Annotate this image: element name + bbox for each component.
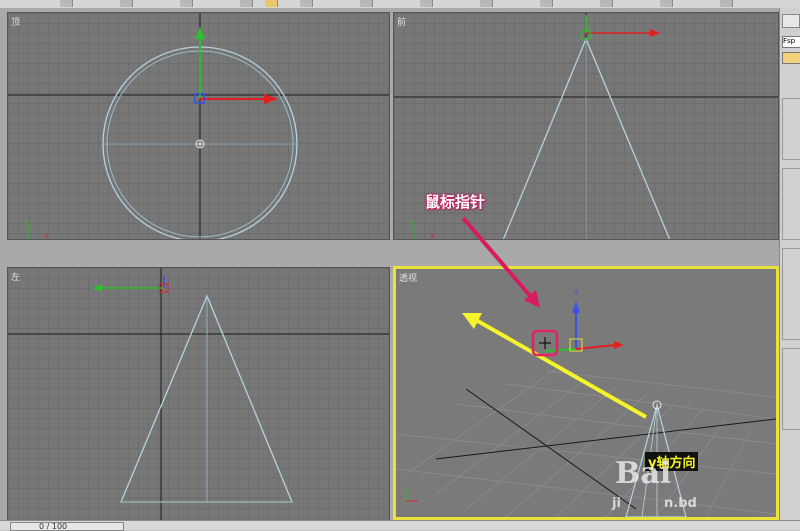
- annotation-overlay: [461, 216, 540, 308]
- toolbar-button[interactable]: [600, 0, 613, 7]
- toolbar-button[interactable]: [60, 0, 73, 7]
- callout-arrow: [461, 216, 534, 300]
- toolbar-button[interactable]: [480, 0, 493, 7]
- panel-rollout[interactable]: [782, 348, 800, 430]
- panel-rollout[interactable]: [782, 168, 800, 240]
- toolbar-button[interactable]: [360, 0, 373, 7]
- command-panel: Fsp: [779, 8, 800, 520]
- watermark-logo: Bai: [615, 456, 672, 491]
- frame-counter: 0 / 100: [39, 522, 68, 531]
- panel-rollout[interactable]: [782, 98, 800, 160]
- mouse-pointer-callout: 鼠标指针: [425, 193, 486, 211]
- watermark-sub: n.bd: [664, 496, 697, 511]
- panel-tab[interactable]: [782, 14, 800, 28]
- toolbar-button[interactable]: [420, 0, 433, 7]
- toolbar-button[interactable]: [240, 0, 253, 7]
- panel-rollout[interactable]: [782, 248, 800, 340]
- panel-color-swatch[interactable]: [782, 52, 800, 64]
- toolbar-button[interactable]: [540, 0, 553, 7]
- toolbar-button[interactable]: [660, 0, 673, 7]
- panel-field[interactable]: Fsp: [782, 36, 800, 48]
- watermark-sub: ji: [612, 496, 621, 511]
- toolbar-button[interactable]: [720, 0, 733, 7]
- time-slider[interactable]: 0 / 100: [10, 522, 124, 531]
- select-tool-button[interactable]: [265, 0, 278, 7]
- viewport-area: 顶 y x 前 y x 左 透视 z 鼠标指针 y轴方向 Bai ji n.bd: [0, 8, 779, 522]
- toolbar-button[interactable]: [300, 0, 313, 7]
- toolbar-button[interactable]: [120, 0, 133, 7]
- toolbar-button[interactable]: [180, 0, 193, 7]
